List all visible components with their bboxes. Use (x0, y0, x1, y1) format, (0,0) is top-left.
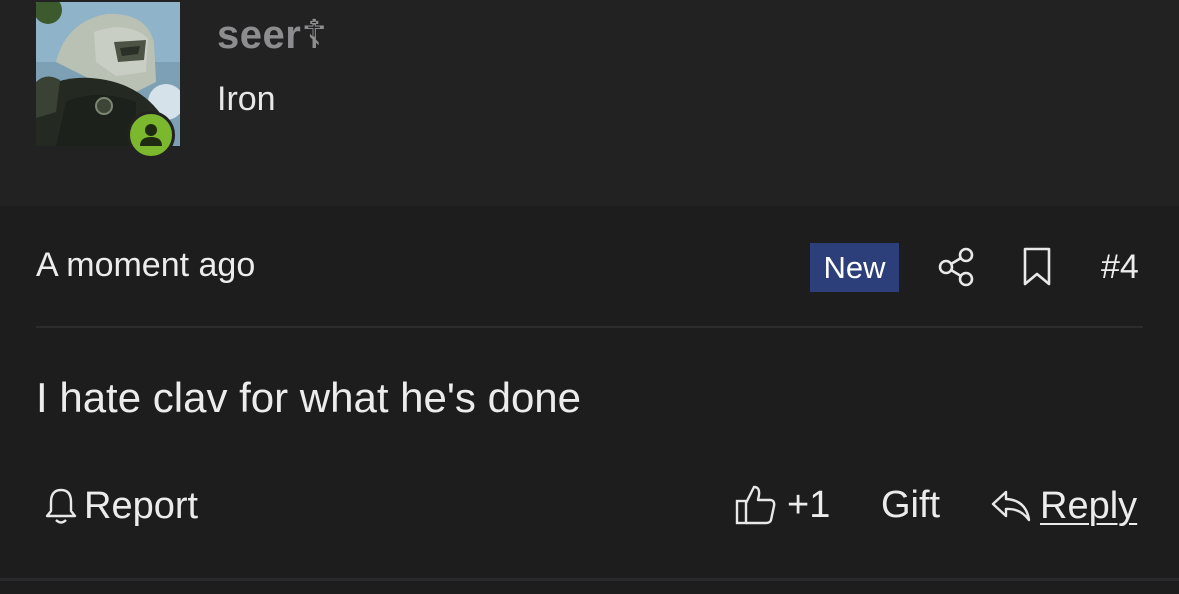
thumbs-up-icon (735, 485, 776, 525)
bell-icon (45, 488, 77, 524)
report-label: Report (84, 484, 199, 527)
post-timestamp[interactable]: A moment ago (36, 246, 255, 285)
gift-button[interactable]: Gift (881, 484, 940, 527)
reply-label: Reply (1040, 484, 1138, 527)
share-icon (938, 247, 974, 287)
new-badge: New (810, 243, 899, 292)
bookmark-icon (1023, 247, 1051, 286)
online-status-indicator (127, 111, 175, 159)
share-button[interactable] (937, 246, 977, 288)
divider (36, 326, 1143, 328)
user-title: Iron (217, 80, 276, 118)
reply-button[interactable]: Reply (990, 484, 1137, 528)
user-header: seer☦ Iron (0, 0, 1179, 206)
bookmark-button[interactable] (1021, 246, 1053, 288)
post-bottom-border (0, 578, 1179, 581)
like-count: +1 (787, 483, 831, 526)
report-button[interactable]: Report (44, 484, 198, 528)
user-status-icon (140, 124, 162, 146)
post-page: seer☦ Iron A moment ago New #4 I hate cl… (0, 0, 1179, 594)
reply-arrow-icon (991, 490, 1031, 522)
post-body: I hate clav for what he's done (36, 374, 582, 421)
like-button[interactable]: +1 (735, 482, 830, 528)
post-number-link[interactable]: #4 (1101, 248, 1139, 287)
username[interactable]: seer☦ (217, 12, 328, 58)
